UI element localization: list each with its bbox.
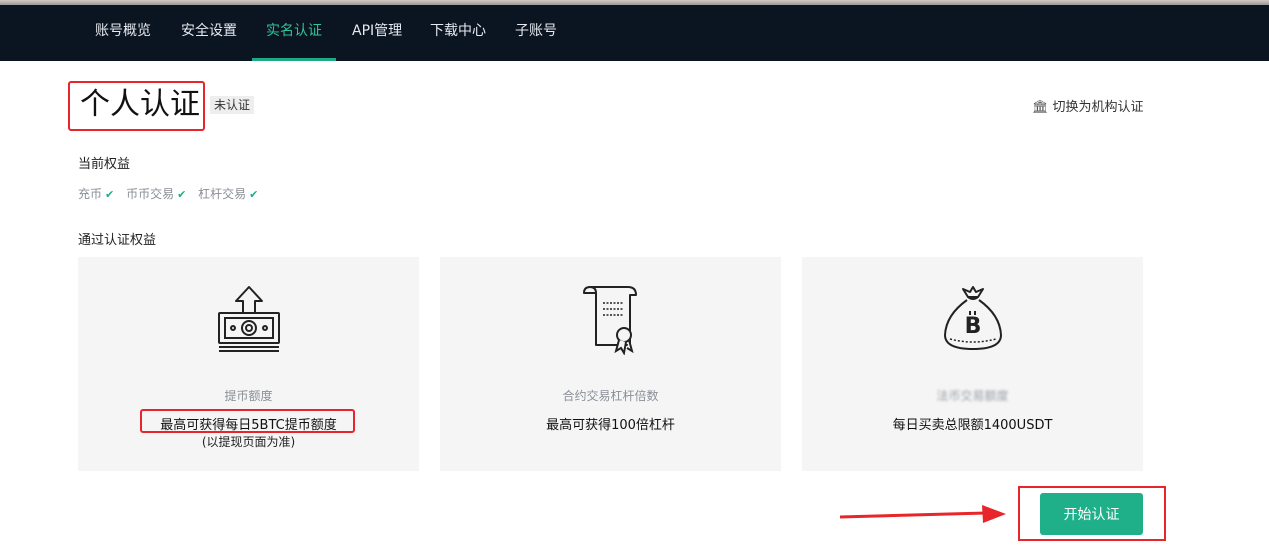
nav-tab-account-overview[interactable]: 账号概览 — [95, 5, 151, 61]
right-item: 充币 ✔ — [78, 187, 114, 201]
switch-link-label: 切换为机构认证 — [1052, 100, 1144, 115]
bitcoin-bag-icon: B — [938, 283, 1008, 359]
card-value: 最高可获得100倍杠杆 — [546, 418, 675, 433]
nav-tab-label: 实名认证 — [266, 23, 322, 39]
page-title: 个人认证 — [80, 87, 200, 122]
nav-tab-label: 子账号 — [515, 23, 557, 39]
arrow-annotation-icon — [838, 504, 1008, 530]
switch-to-institution-link[interactable]: 🏛︎ 切换为机构认证 — [1032, 96, 1144, 115]
nav-tab-label: 下载中心 — [430, 23, 486, 39]
card-label: 合约交易杠杆倍数 — [562, 389, 659, 403]
nav-tab-identity-verification[interactable]: 实名认证 — [252, 5, 336, 61]
right-item: 币币交易 ✔ — [126, 187, 186, 201]
benefit-card-withdraw: 提币额度 最高可获得每日5BTC提币额度 (以提现页面为准) — [78, 257, 419, 471]
start-verification-button[interactable]: 开始认证 — [1040, 493, 1143, 535]
verified-rights-heading: 通过认证权益 — [78, 233, 157, 248]
nav-tab-label: 安全设置 — [181, 23, 237, 39]
benefit-card-fiat: B 法币交易额度 每日买卖总限额1400USDT — [802, 257, 1143, 471]
contract-certificate-icon — [576, 283, 646, 359]
nav-tab-api-management[interactable]: API管理 — [352, 5, 402, 61]
check-icon: ✔ — [105, 188, 115, 201]
card-label: 法币交易额度 — [936, 389, 1009, 403]
check-icon: ✔ — [177, 188, 187, 201]
check-icon: ✔ — [249, 188, 259, 201]
nav-tab-label: API管理 — [352, 23, 403, 39]
withdraw-cash-icon — [214, 283, 284, 359]
nav-tab-download-center[interactable]: 下载中心 — [430, 5, 486, 61]
nav-tab-sub-account[interactable]: 子账号 — [515, 5, 557, 61]
card-value: 最高可获得每日5BTC提币额度 — [160, 418, 337, 433]
bank-icon: 🏛︎ — [1032, 100, 1049, 115]
svg-text:B: B — [964, 314, 981, 339]
active-tab-indicator — [252, 58, 336, 61]
account-nav-bar: 账号概览 安全设置 实名认证 API管理 下载中心 子账号 — [0, 5, 1269, 61]
card-note: (以提现页面为准) — [201, 435, 296, 449]
nav-tab-label: 账号概览 — [95, 23, 151, 39]
card-value: 每日买卖总限额1400USDT — [892, 418, 1053, 433]
benefit-card-leverage: 合约交易杠杆倍数 最高可获得100倍杠杆 — [440, 257, 781, 471]
right-item-label: 币币交易 — [126, 187, 175, 201]
card-label: 提币额度 — [224, 389, 273, 403]
status-badge: 未认证 — [210, 96, 255, 114]
right-item: 杠杆交易 ✔ — [198, 187, 258, 201]
current-rights-list: 充币 ✔ 币币交易 ✔ 杠杆交易 ✔ — [78, 185, 266, 202]
right-item-label: 充币 — [78, 187, 103, 201]
current-rights-heading: 当前权益 — [78, 157, 131, 172]
nav-tab-security-settings[interactable]: 安全设置 — [181, 5, 237, 61]
right-item-label: 杠杆交易 — [198, 187, 247, 201]
